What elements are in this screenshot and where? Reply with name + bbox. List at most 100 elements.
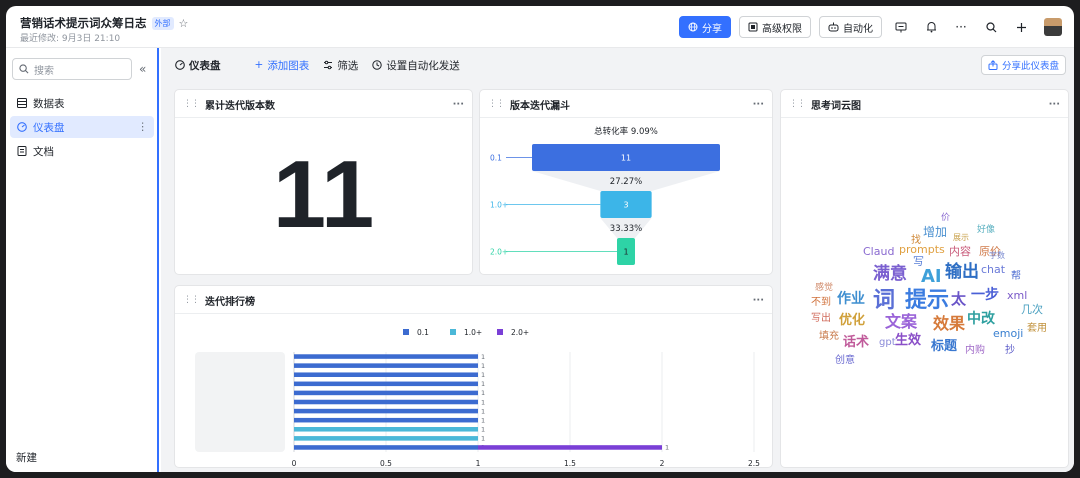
drag-handle-icon[interactable]: ⋮⋮	[183, 99, 200, 109]
word-cloud-word: 效果	[933, 314, 966, 333]
word-cloud-word: 太	[951, 290, 967, 308]
word-cloud-word: 找	[911, 235, 921, 246]
word-cloud-word: 帮	[1011, 271, 1021, 282]
word-cloud-word: 感觉	[815, 283, 834, 293]
bell-icon[interactable]	[920, 16, 942, 38]
drag-handle-icon[interactable]: ⋮⋮	[488, 99, 505, 109]
word-cloud-word: 展示	[953, 233, 969, 242]
word-cloud-word: 标题	[931, 339, 958, 354]
card-funnel[interactable]: ⋮⋮ 版本迭代漏斗 ··· 总转化率 9.09% 27.27% 0.1 11 33.33…	[479, 89, 773, 275]
avatar[interactable]	[1044, 18, 1062, 36]
word-cloud-word: xml	[1007, 289, 1028, 302]
card-wordcloud[interactable]: ⋮⋮ 思考词云图 ··· 词提示 AI 输出 满意 文案 效果 太一步 作业 优化 话术 中改 标题生…	[780, 89, 1069, 468]
card-title: 思考词云图	[811, 100, 861, 112]
dashboard-main: 仪表盘 + 添加图表 筛选 设置自动化发送 分享此仪表盘 ⋮⋮ 累计迭代版本数	[161, 48, 1074, 472]
ranking-bar-chart: 0.11.0+2.0+00.511.522.5111111111111	[195, 328, 760, 467]
share-dashboard-button[interactable]: 分享此仪表盘	[980, 55, 1066, 75]
funnel-conversion-label: 33.33%	[610, 224, 642, 234]
ranking-bar	[294, 399, 478, 405]
x-tick-label: 0	[292, 459, 297, 467]
share-button[interactable]: 分享	[679, 16, 731, 38]
legend-swatch	[403, 329, 409, 335]
auto-send-button[interactable]: 设置自动化发送	[372, 58, 460, 73]
filter-button[interactable]: 筛选	[323, 58, 358, 73]
legend-swatch	[497, 329, 503, 335]
more-vertical-icon[interactable]: ⋮	[138, 121, 149, 133]
bar-value-label: 1	[481, 362, 485, 370]
search-icon[interactable]	[980, 16, 1002, 38]
ranking-bar	[294, 408, 478, 414]
x-tick-label: 2	[660, 459, 665, 467]
card-menu-icon[interactable]: ···	[753, 99, 764, 110]
header-actions: 分享 高级权限 自动化 ···	[679, 16, 1062, 38]
search-icon	[19, 64, 29, 74]
ranking-bar	[294, 390, 478, 396]
globe-icon	[688, 22, 698, 32]
x-tick-label: 2.5	[748, 459, 760, 467]
card-header: ⋮⋮ 思考词云图 ···	[789, 96, 1060, 112]
more-icon[interactable]: ···	[950, 16, 972, 38]
clock-icon	[372, 60, 383, 70]
card-menu-icon[interactable]: ···	[753, 295, 764, 306]
presentation-icon[interactable]	[890, 16, 912, 38]
dashboard-icon	[17, 122, 27, 132]
top-header: 营销话术提示词众筹日志 外部 ☆ 最近修改: 9月3日 21:10 分享 高级权…	[6, 6, 1074, 48]
star-icon[interactable]: ☆	[179, 17, 189, 30]
word-cloud-word: 创意	[835, 355, 855, 366]
word-cloud-word: 中改	[967, 311, 995, 327]
sidebar-item-datatable[interactable]: 数据表	[10, 92, 154, 114]
automation-button[interactable]: 自动化	[819, 16, 882, 38]
document-icon	[17, 146, 27, 156]
plus-icon: +	[254, 59, 264, 71]
drag-handle-icon[interactable]: ⋮⋮	[183, 295, 200, 305]
plus-icon[interactable]	[1010, 16, 1032, 38]
sidebar-item-label: 数据表	[33, 97, 65, 110]
word-cloud-word: 增加	[923, 225, 948, 239]
word-cloud-word: 满意	[873, 264, 907, 284]
word-cloud-word: 抄	[1005, 345, 1015, 356]
card-version-count[interactable]: ⋮⋮ 累计迭代版本数 ··· 11	[174, 89, 473, 275]
word-cloud-word: 话术	[843, 335, 870, 350]
collapse-sidebar-icon[interactable]: «	[139, 62, 146, 76]
dashboard-title: 仪表盘	[175, 58, 221, 73]
table-icon	[17, 98, 27, 108]
word-cloud-word: 一步	[971, 287, 999, 303]
word-cloud-word: chat	[981, 263, 1006, 276]
bar-value-label: 1	[481, 380, 485, 388]
word-cloud: 词提示 AI 输出 满意 文案 效果 太一步 作业 优化 话术 中改 标题 生效 prompts Claud…	[781, 118, 1068, 467]
card-title: 累计迭代版本数	[205, 100, 275, 112]
drag-handle-icon[interactable]: ⋮⋮	[789, 99, 806, 109]
last-edit-time: 最近修改: 9月3日 21:10	[20, 34, 121, 44]
card-divider	[175, 117, 472, 118]
permission-icon	[748, 22, 758, 32]
dashboard-icon	[175, 60, 185, 70]
sidebar-item-docs[interactable]: 文档	[10, 140, 154, 162]
filter-icon	[324, 60, 333, 70]
card-menu-icon[interactable]: ···	[453, 99, 464, 110]
new-button[interactable]: 新建	[16, 450, 37, 465]
card-title: 版本迭代漏斗	[510, 100, 570, 112]
word-cloud-word: 内容	[949, 245, 971, 258]
bar-value-label: 1	[481, 353, 485, 361]
add-chart-button[interactable]: + 添加图表	[255, 58, 310, 73]
funnel-value-label: 1	[623, 248, 628, 257]
word-cloud-word: 内购	[965, 345, 985, 356]
card-menu-icon[interactable]: ···	[1049, 99, 1060, 110]
bar-value-label: 1	[481, 416, 485, 424]
word-cloud-word: 价	[941, 213, 951, 223]
sidebar: 搜索 « 数据表 仪表盘 ⋮ 文档 新建	[6, 48, 159, 472]
legend-label: 0.1	[417, 328, 429, 337]
word-cloud-word: 输出	[945, 262, 979, 282]
share-label: 分享	[702, 23, 722, 35]
word-cloud-word: 生效	[895, 333, 922, 348]
sidebar-item-dashboard[interactable]: 仪表盘 ⋮	[10, 116, 154, 138]
app-window: 营销话术提示词众筹日志 外部 ☆ 最近修改: 9月3日 21:10 分享 高级权…	[6, 6, 1074, 472]
bar-value-label: 1	[665, 444, 669, 452]
card-ranking[interactable]: ⋮⋮ 迭代排行榜 ··· 0.1 1.0+ 2.0+ 0 0.5 1 1.5 2 2.5 1 1 1 1…	[174, 285, 773, 468]
permission-button[interactable]: 高级权限	[739, 16, 811, 38]
legend-swatch	[450, 329, 456, 335]
ranking-bar	[294, 354, 478, 359]
doc-title-text[interactable]: 营销话术提示词众筹日志	[20, 15, 147, 31]
funnel-category-label: 1.0+	[490, 201, 508, 210]
search-input[interactable]: 搜索	[12, 58, 132, 80]
